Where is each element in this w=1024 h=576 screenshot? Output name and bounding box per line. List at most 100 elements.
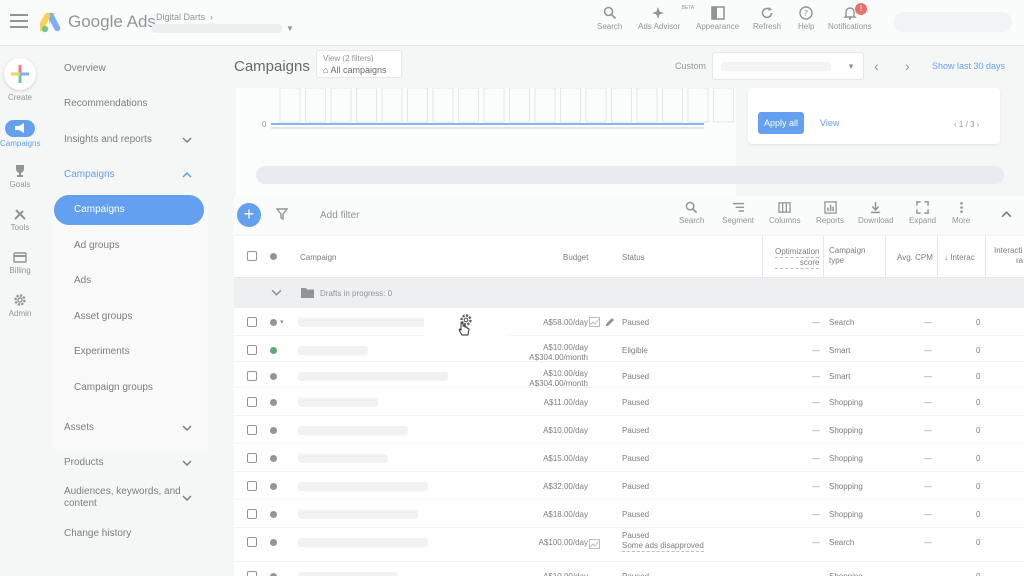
col-campaign-type[interactable]: Campaign type — [829, 246, 865, 266]
chevron-down-icon[interactable] — [182, 135, 192, 145]
download-button[interactable]: Download — [858, 201, 894, 225]
table-row[interactable]: A$10.00/day A$304.00/month Paused — Smart — 0 — [234, 362, 1024, 388]
campaign-name-blurred[interactable] — [298, 538, 428, 547]
nav-products[interactable]: Products — [64, 457, 103, 468]
table-row[interactable]: A$100.00/day Paused Some ads disapproved — S… — [234, 528, 1024, 562]
rail-admin[interactable]: Admin — [0, 293, 40, 318]
account-name[interactable]: Digital Darts › — [156, 12, 213, 22]
menu-icon[interactable] — [10, 14, 28, 30]
table-row[interactable]: A$18.00/day Paused — Shopping — 0 — [234, 500, 1024, 528]
table-row[interactable]: A$10.00/day A$304.00/month Eligible — Smart —… — [234, 336, 1024, 362]
row-checkbox[interactable] — [247, 509, 257, 519]
nav-campaign-groups[interactable]: Campaign groups — [74, 382, 153, 393]
pager-prev-icon[interactable]: ‹ — [954, 120, 957, 129]
chart-mini-icon[interactable] — [589, 539, 600, 549]
nav-ad-groups[interactable]: Ad groups — [74, 240, 120, 251]
chart-mini-icon[interactable] — [589, 317, 600, 327]
chevron-down-icon[interactable] — [182, 423, 192, 433]
row-status-detail[interactable]: Some ads disapproved — [622, 541, 704, 552]
refresh-button[interactable]: Refresh — [753, 6, 781, 31]
table-row[interactable]: A$10.00/day Paused — Shopping — 0 — [234, 416, 1024, 444]
columns-button[interactable]: Columns — [769, 201, 801, 225]
drafts-row[interactable]: Drafts in progress: 0 — [234, 278, 1024, 308]
chevron-down-icon[interactable] — [182, 458, 192, 468]
row-dropdown-icon[interactable]: ▾ — [280, 318, 284, 326]
add-campaign-button[interactable]: + — [237, 203, 261, 227]
campaign-name-blurred[interactable] — [298, 426, 408, 435]
notifications-button[interactable]: Notifications ! — [828, 3, 872, 31]
segment-button[interactable]: Segment — [722, 201, 754, 225]
table-search-button[interactable]: Search — [679, 201, 704, 225]
chevron-down-icon[interactable] — [271, 287, 282, 298]
nav-recommendations[interactable]: Recommendations — [64, 98, 147, 109]
row-checkbox[interactable] — [247, 453, 257, 463]
pager-next-icon[interactable]: › — [977, 120, 980, 129]
campaign-name-blurred[interactable] — [298, 454, 388, 463]
next-period-button[interactable]: › — [905, 58, 910, 74]
row-checkbox[interactable] — [247, 571, 257, 576]
more-button[interactable]: More — [952, 201, 970, 225]
campaign-name-blurred[interactable] — [298, 482, 428, 491]
filter-icon[interactable] — [276, 208, 288, 220]
col-status[interactable]: Status — [622, 253, 645, 262]
rail-campaigns[interactable]: Campaigns — [0, 120, 40, 148]
row-checkbox[interactable] — [247, 425, 257, 435]
help-button[interactable]: ? Help — [798, 6, 814, 31]
select-all-checkbox[interactable] — [247, 251, 257, 261]
table-row[interactable]: A$11.00/day Paused — Shopping — 0 — [234, 388, 1024, 416]
campaign-name-blurred[interactable] — [298, 372, 448, 381]
campaign-name-blurred[interactable] — [298, 398, 378, 407]
nav-campaigns[interactable]: Campaigns — [64, 169, 115, 180]
table-row[interactable]: A$32.00/day Paused — Shopping — 0 — [234, 472, 1024, 500]
search-button[interactable]: Search — [597, 6, 622, 31]
chevron-down-icon[interactable] — [182, 493, 192, 503]
nav-asset-groups[interactable]: Asset groups — [74, 311, 132, 322]
nav-insights[interactable]: Insights and reports — [64, 134, 152, 145]
view-selector[interactable]: View (2 filters) ⌂ All campaigns — [316, 50, 402, 78]
col-campaign[interactable]: Campaign — [300, 253, 336, 262]
collapse-chevron-icon[interactable] — [1001, 209, 1012, 220]
campaign-name-blurred[interactable] — [298, 572, 398, 576]
row-checkbox[interactable] — [247, 371, 257, 381]
profile-blurred[interactable] — [894, 12, 1012, 32]
col-interaction-rate[interactable]: Interacti ra — [994, 246, 1023, 266]
add-filter[interactable]: Add filter — [320, 210, 359, 221]
col-optimization-score[interactable]: Optimization score — [775, 247, 820, 269]
table-row[interactable]: A$10.00/day Paused — Shopping — 0 — [234, 562, 1024, 576]
row-checkbox[interactable] — [247, 345, 257, 355]
row-checkbox[interactable] — [247, 537, 257, 547]
nav-audiences[interactable]: Audiences, keywords, and content — [64, 486, 181, 510]
row-checkbox[interactable] — [247, 317, 257, 327]
campaign-name-blurred[interactable] — [298, 318, 428, 327]
nav-ads[interactable]: Ads — [74, 275, 91, 286]
edit-pencil-icon[interactable] — [605, 317, 615, 327]
nav-experiments[interactable]: Experiments — [74, 346, 130, 357]
row-checkbox[interactable] — [247, 481, 257, 491]
rail-tools[interactable]: Tools — [0, 207, 40, 232]
row-checkbox[interactable] — [247, 397, 257, 407]
date-range-picker[interactable]: ▼ — [712, 52, 864, 80]
nav-assets[interactable]: Assets — [64, 422, 94, 433]
campaign-name-blurred[interactable] — [298, 346, 368, 355]
rail-billing[interactable]: Billing — [0, 250, 40, 275]
chevron-up-icon[interactable] — [182, 170, 192, 180]
previous-period-button[interactable]: ‹ — [874, 58, 879, 74]
col-budget[interactable]: Budget — [563, 253, 588, 262]
account-dropdown-icon[interactable]: ▼ — [286, 24, 294, 33]
expand-button[interactable]: Expand — [909, 201, 936, 225]
col-avg-cpm[interactable]: Avg. CPM — [897, 253, 933, 262]
reports-button[interactable]: Reports — [816, 201, 844, 225]
nav-overview[interactable]: Overview — [64, 63, 106, 74]
table-row[interactable]: A$15.00/day Paused — Shopping — 0 — [234, 444, 1024, 472]
view-recommendation-link[interactable]: View — [820, 118, 839, 128]
campaign-name-blurred[interactable] — [298, 510, 418, 519]
nav-change-history[interactable]: Change history — [64, 528, 131, 539]
apply-all-button[interactable]: Apply all — [758, 112, 804, 134]
nav-sub-campaigns[interactable]: Campaigns — [54, 195, 204, 225]
create-button[interactable]: Create — [0, 58, 40, 102]
ads-advisor-button[interactable]: Ads Advisor BETA — [638, 5, 694, 31]
col-interactions[interactable]: ↓ Interac — [944, 253, 975, 262]
show-last-30-days-link[interactable]: Show last 30 days — [932, 61, 1005, 71]
table-row[interactable]: A$58.00/day Paused — Search — 0 ▾ — [234, 308, 1024, 336]
appearance-button[interactable]: Appearance — [696, 6, 739, 31]
